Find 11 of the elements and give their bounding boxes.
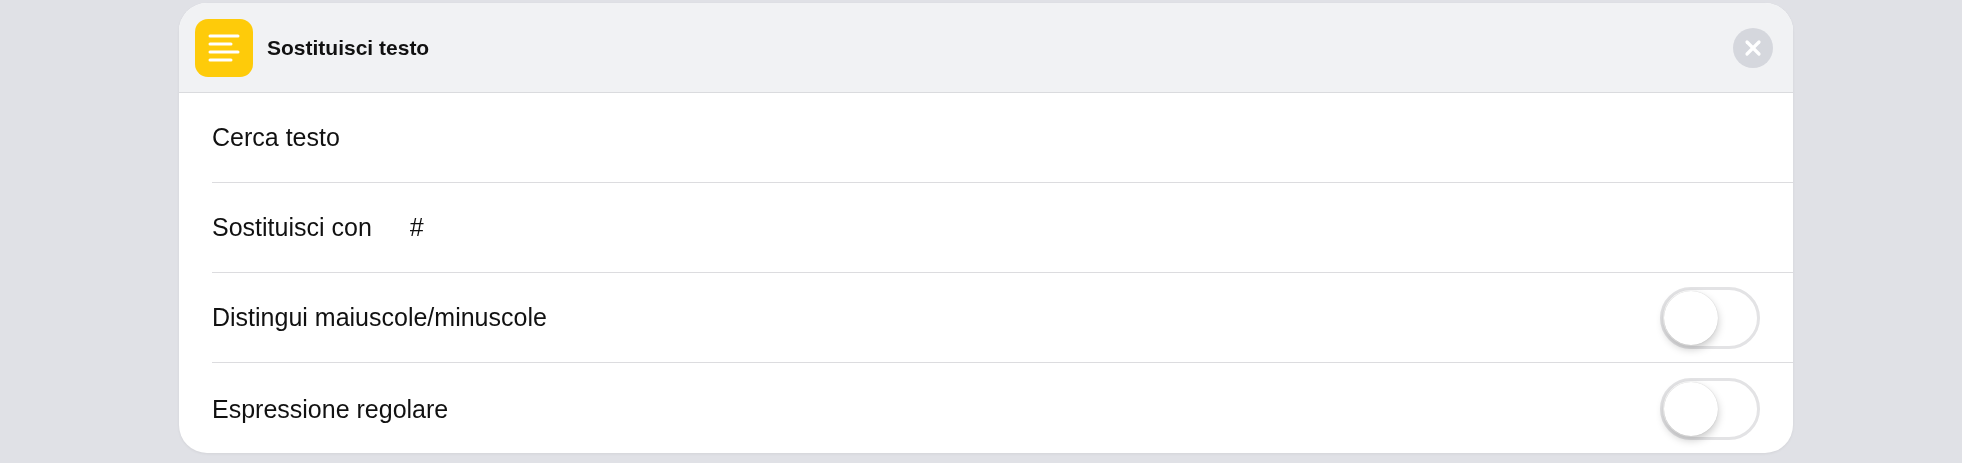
close-icon [1744,38,1762,57]
text-field[interactable]: # [409,213,470,242]
action-title: Sostituisci testo [267,35,431,60]
option-label: Espressione regolare [212,394,449,424]
field-label: Cerca testo [212,123,340,152]
toggle-switch[interactable] [1660,286,1760,349]
close-button[interactable] [1733,27,1773,68]
field-label: Sostituisci con [212,213,372,242]
toggle-switch[interactable] [1660,378,1760,440]
text-lines-icon [195,18,253,77]
option-label: Distingui maiuscole/minuscole [212,303,547,332]
